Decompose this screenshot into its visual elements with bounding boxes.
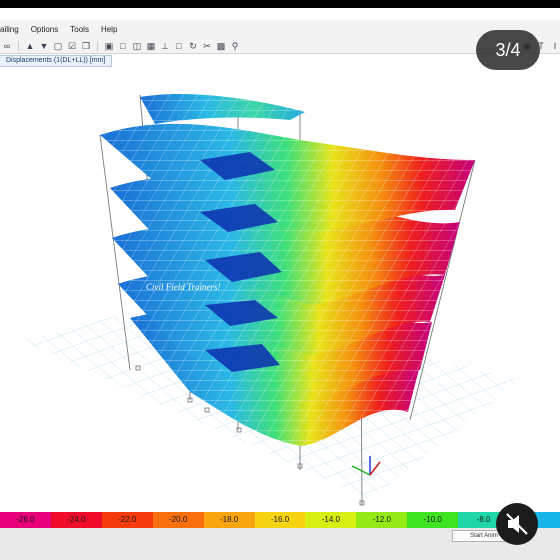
legend-stop: -16.0 (254, 512, 306, 528)
roof-slab (140, 93, 305, 124)
checkbox-icon[interactable]: ☑ (67, 41, 77, 51)
legend-stop: -12.0 (356, 512, 408, 528)
menu-item-detailing[interactable]: ailing (0, 25, 19, 34)
speaker-muted-icon (506, 513, 528, 535)
status-bar: Start Anim (0, 528, 560, 560)
arrow-down-icon[interactable]: ▼ (39, 41, 49, 51)
cut-icon[interactable]: ✂ (202, 41, 212, 51)
menu-bar: ailing Options Tools Help (0, 20, 560, 38)
plan-icon[interactable]: ▦ (146, 41, 156, 51)
legend-stop: -24.0 (50, 512, 102, 528)
legend-stop: -14.0 (305, 512, 357, 528)
legend-stop: -10.0 (407, 512, 459, 528)
legend-stop: -18.0 (203, 512, 255, 528)
legend-stop: -22.0 (101, 512, 153, 528)
menu-item-tools[interactable]: Tools (70, 25, 89, 34)
top-letterbox (0, 0, 560, 8)
section-icon[interactable]: □ (174, 41, 184, 51)
window-icon[interactable]: □ (118, 41, 128, 51)
rotate-icon[interactable]: ↻ (188, 41, 198, 51)
column-icon[interactable]: I (550, 41, 560, 51)
select-icon[interactable]: ▢ (53, 41, 63, 51)
cube-icon[interactable]: ▩ (216, 41, 226, 51)
toolbar-separator (18, 40, 19, 51)
zoom-icon[interactable]: ⚲ (230, 41, 240, 51)
copy-icon[interactable]: ❐ (81, 41, 91, 51)
arrow-up-icon[interactable]: ▲ (25, 41, 35, 51)
toolbar-separator (97, 40, 98, 51)
mute-button[interactable] (496, 503, 538, 545)
displacement-contour-view: Civil Field Trainers! (20, 93, 520, 506)
view-icon[interactable]: ▣ (104, 41, 114, 51)
slide-counter: 3/4 (476, 30, 540, 70)
watermark-text: Civil Field Trainers! (146, 282, 221, 292)
legend-stop: -26.0 (0, 512, 51, 528)
binoculars-icon[interactable]: ∞ (2, 41, 12, 51)
legend-stop: -20.0 (152, 512, 204, 528)
menu-item-help[interactable]: Help (101, 25, 117, 34)
results-tab[interactable]: Displacements (1(DL+LL)) [mm] (0, 55, 113, 67)
frame-icon[interactable]: ⊥ (160, 41, 170, 51)
elevation-icon[interactable]: ◫ (132, 41, 142, 51)
model-viewport[interactable]: Civil Field Trainers! (0, 68, 560, 512)
color-legend: -26.0 -24.0 -22.0 -20.0 -18.0 -16.0 -14.0 -12.0… (0, 512, 560, 528)
menu-item-options[interactable]: Options (31, 25, 59, 34)
